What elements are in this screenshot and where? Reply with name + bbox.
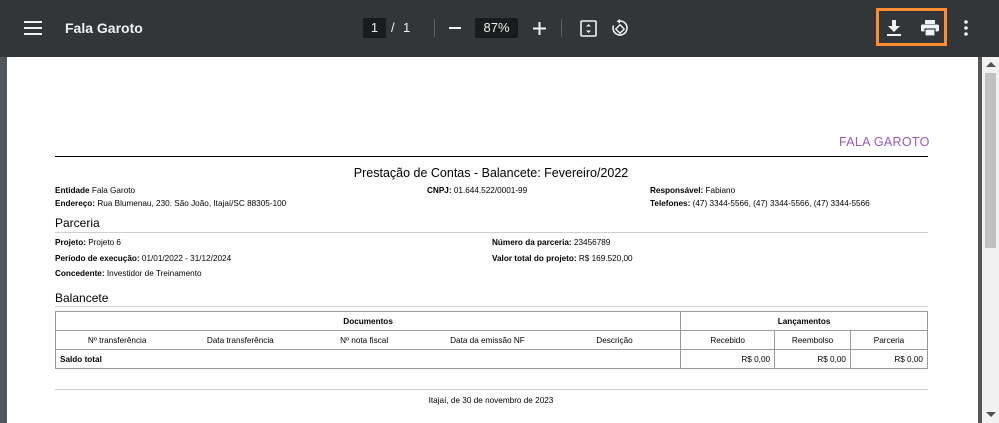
- print-icon[interactable]: [916, 14, 944, 42]
- balancete-heading: Balancete: [55, 291, 109, 305]
- cnpj-row: CNPJ: 01.644.522/0001-99: [427, 186, 528, 195]
- pdf-viewer[interactable]: FALA GAROTO Prestação de Contas - Balanc…: [0, 57, 999, 423]
- saldo-total-label: Saldo total: [54, 349, 682, 369]
- column-header: Nº nota fiscal: [302, 330, 427, 350]
- column-header: Parceria: [850, 330, 928, 350]
- entidade-row: Entidade Fala Garoto: [55, 186, 136, 195]
- projeto-row: Projeto: Projeto 6: [55, 238, 121, 247]
- scroll-up-arrow-icon[interactable]: [986, 62, 996, 67]
- scrollbar-thumb[interactable]: [985, 73, 996, 248]
- download-icon[interactable]: [880, 14, 908, 42]
- rotate-icon[interactable]: [606, 14, 634, 42]
- zoom-in-icon[interactable]: [525, 14, 553, 42]
- table-group-header-row: Documentos Lançamentos: [54, 311, 928, 331]
- documentos-group-header: Documentos: [54, 311, 682, 331]
- toolbar-divider: [561, 19, 562, 37]
- endereco-row: Endereço: Rua Blumenau, 230. São João, I…: [55, 199, 287, 208]
- menu-icon[interactable]: [19, 14, 47, 42]
- page-total: 1: [403, 20, 411, 35]
- column-header: Reembolso: [774, 330, 851, 350]
- footer-rule: [55, 389, 928, 390]
- total-recebido: R$ 0,00: [680, 349, 776, 369]
- toolbar-divider: [434, 19, 435, 37]
- document-title: Fala Garoto: [65, 20, 143, 36]
- zoom-input[interactable]: 87%: [475, 18, 518, 38]
- scroll-down-arrow-icon[interactable]: [986, 412, 996, 417]
- table-column-header-row: Nº transferência Data transferência Nº n…: [55, 330, 928, 350]
- valor-total-row: Valor total do projeto: R$ 169.520,00: [492, 254, 633, 263]
- table-row: Saldo total R$ 0,00 R$ 0,00 R$ 0,00: [54, 349, 928, 369]
- concedente-row: Concedente: Investidor de Treinamento: [55, 269, 202, 278]
- balancete-table: Documentos Lançamentos Nº transferência …: [54, 311, 928, 369]
- column-header: Descrição: [548, 330, 682, 350]
- header-rule: [55, 156, 928, 157]
- page-number-input[interactable]: 1: [363, 18, 386, 38]
- column-header: Data da emissão NF: [426, 330, 549, 350]
- footer-date: Itajaí, de 30 de novembro de 2023: [428, 396, 554, 405]
- responsavel-row: Responsável: Fabiano: [650, 186, 736, 195]
- section-rule: [55, 232, 928, 233]
- document-heading: Prestação de Contas - Balancete: Feverei…: [353, 166, 629, 180]
- column-header: Data transferência: [178, 330, 303, 350]
- pdf-page: FALA GAROTO Prestação de Contas - Balanc…: [7, 57, 978, 423]
- pdf-toolbar: Fala Garoto 1 / 1 87%: [0, 0, 999, 57]
- numero-parceria-row: Número da parceria: 23456789: [492, 238, 611, 247]
- total-parceria: R$ 0,00: [850, 349, 928, 369]
- zoom-out-icon[interactable]: [441, 14, 469, 42]
- brand-name: FALA GAROTO: [839, 135, 930, 149]
- more-vert-icon[interactable]: [952, 14, 980, 42]
- periodo-row: Período de execução: 01/01/2022 - 31/12/…: [55, 254, 232, 263]
- telefones-row: Telefones: (47) 3344-5566, (47) 3344-556…: [650, 199, 870, 208]
- section-rule: [55, 306, 928, 307]
- column-header: Nº transferência: [55, 330, 179, 350]
- column-header: Recebido: [680, 330, 776, 350]
- total-reembolso: R$ 0,00: [774, 349, 851, 369]
- fit-page-icon[interactable]: [574, 14, 602, 42]
- page-separator: /: [391, 20, 395, 35]
- lancamentos-group-header: Lançamentos: [680, 311, 928, 331]
- parceria-heading: Parceria: [55, 216, 100, 230]
